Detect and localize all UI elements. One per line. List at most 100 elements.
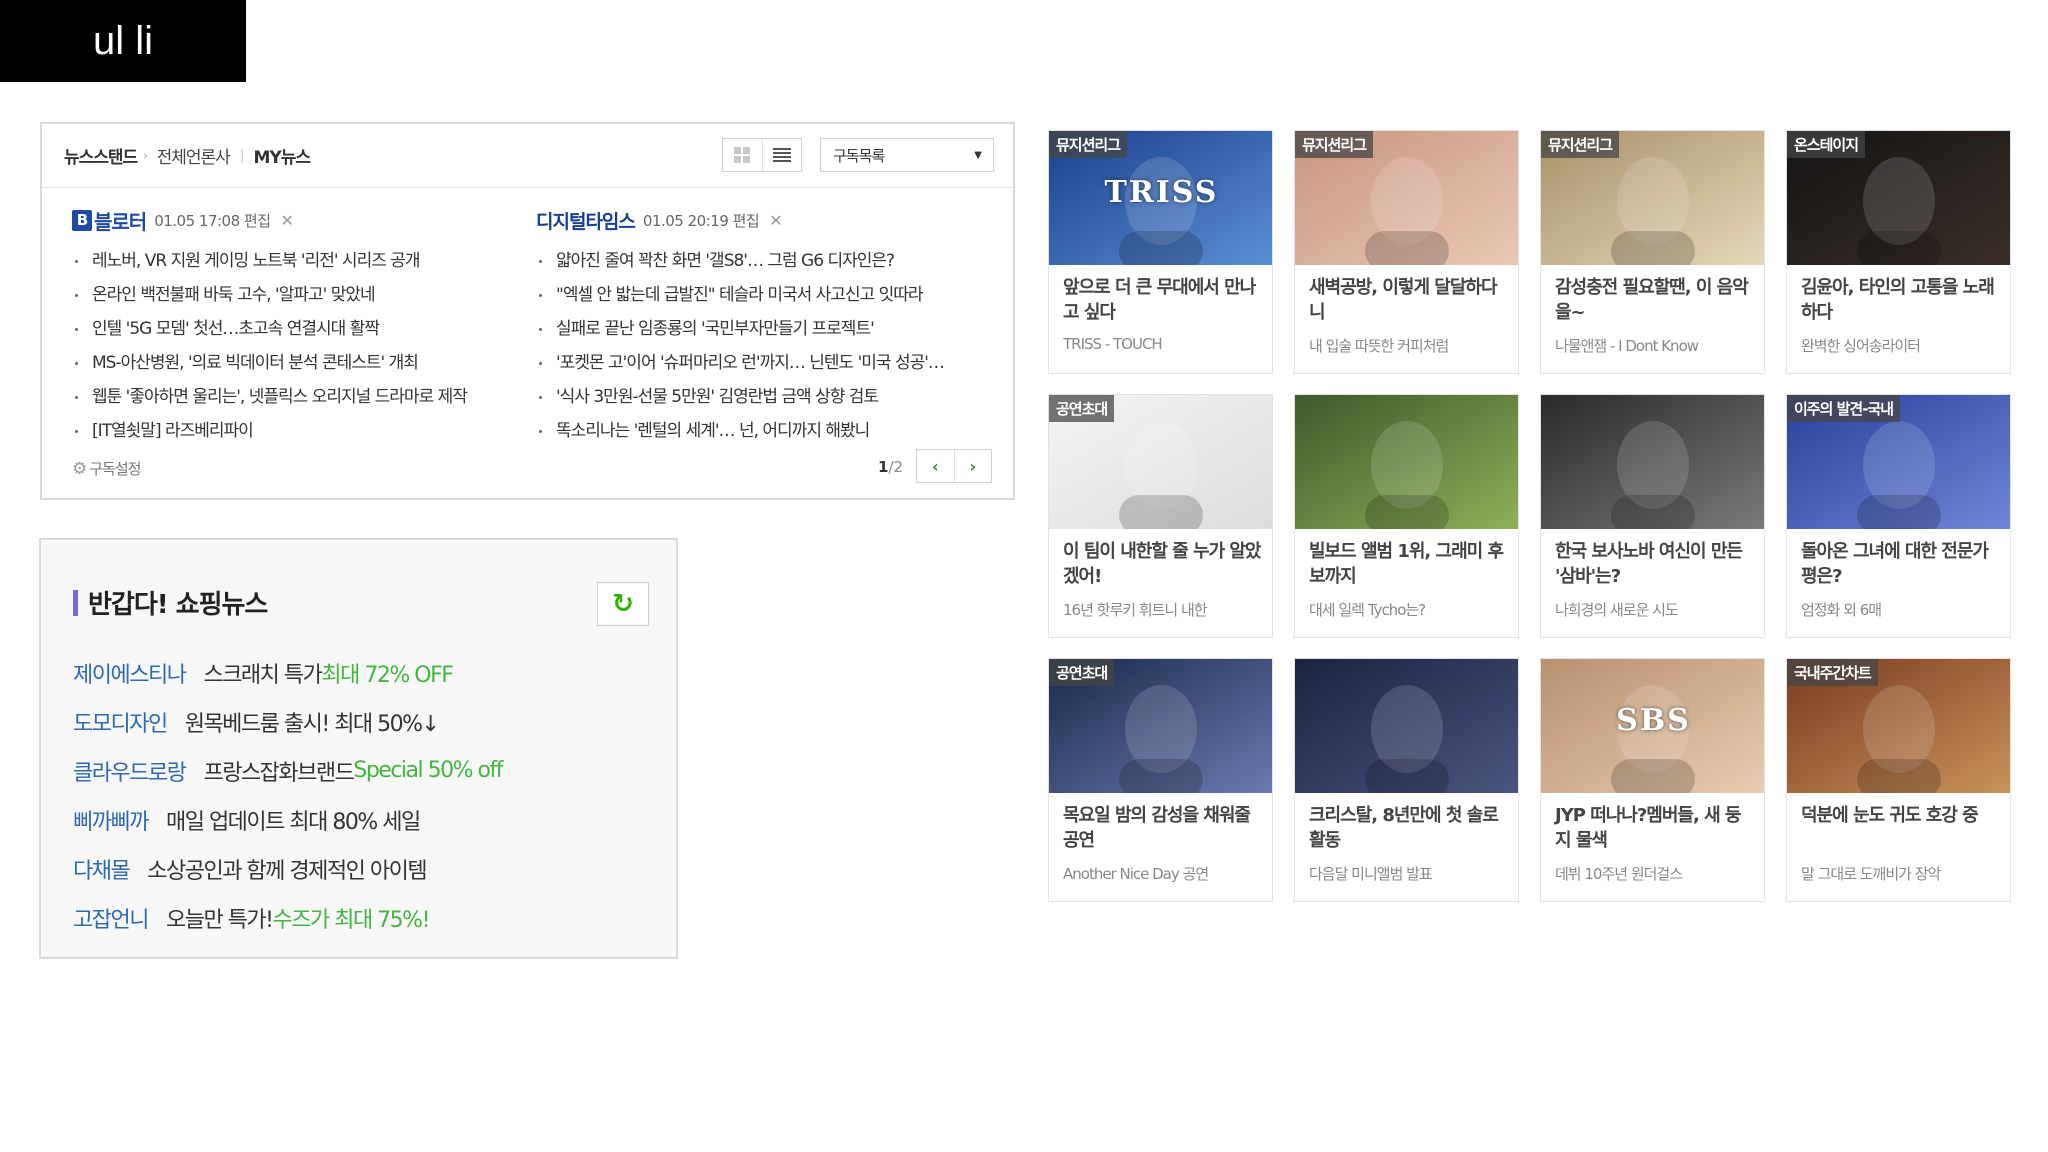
chevron-right-icon: › — [143, 149, 148, 162]
card-title[interactable]: 감성충전 필요할땐, 이 음악을~ — [1555, 275, 1755, 325]
shopping-news-title: 반갑다! 쇼핑뉴스 — [73, 584, 268, 621]
promo-text: 매일 업데이트 최대 80% 세일 — [165, 809, 421, 835]
headline-list: 레노버, VR 지원 게이밍 노트북 '리전' 시리즈 공개 온라인 백전불패 … — [72, 244, 522, 448]
card-thumbnail[interactable]: 뮤지션리그 — [1295, 131, 1518, 265]
card-subtitle: TRISS - TOUCH — [1063, 335, 1163, 353]
card-title[interactable]: 빌보드 앨범 1위, 그래미 후보까지 — [1309, 539, 1509, 589]
store-name[interactable]: 고잡언니 — [73, 902, 149, 934]
store-name[interactable]: 클라우드로랑 — [73, 755, 187, 787]
card-title[interactable]: 새벽공방, 이렇게 달달하다니 — [1309, 275, 1509, 325]
headline-item[interactable]: 인텔 '5G 모뎀' 첫선…초고속 연결시대 활짝 — [72, 312, 522, 346]
promo-text: 오늘만 특가! — [165, 907, 274, 933]
pager: ‹ › — [916, 449, 992, 483]
subscription-select[interactable]: 구독목록 ▼ — [820, 138, 994, 172]
grid-view-button[interactable] — [723, 139, 762, 171]
headline-item[interactable]: "엑셀 안 밟는데 급발진" 테슬라 미국서 사고신고 잇따라 — [536, 278, 986, 312]
headline-item[interactable]: 실패로 끝난 임종룡의 '국민부자만들기 프로젝트' — [536, 312, 986, 346]
card-thumbnail[interactable] — [1541, 395, 1764, 529]
headline-item[interactable]: 레노버, VR 지원 게이밍 노트북 '리전' 시리즈 공개 — [72, 244, 522, 278]
refresh-button[interactable]: ↻ — [597, 582, 649, 626]
tab-newsstand[interactable]: 뉴스스탠드 — [64, 143, 138, 168]
store-name[interactable]: 삐까삐까 — [73, 804, 149, 836]
thumbnail-image — [1541, 395, 1764, 529]
shopping-item[interactable]: 고잡언니 오늘만 특가! 수즈가 최대 75%! — [73, 893, 502, 942]
card-title[interactable]: 크리스탈, 8년만에 첫 솔로활동 — [1309, 803, 1509, 853]
page-current: 1 — [878, 458, 889, 476]
card-title[interactable]: 김윤아, 타인의 고통을 노래하다 — [1801, 275, 2001, 325]
shopping-item[interactable]: 도모디자인 원목베드룸 출시! 최대 50%↓ — [73, 697, 502, 746]
subscription-settings-link[interactable]: ⚙ 구독설정 — [72, 458, 141, 479]
music-card[interactable]: 온스테이지 김윤아, 타인의 고통을 노래하다 완벽한 싱어송라이터 — [1786, 130, 2011, 374]
card-subtitle: 대세 일렉 Tycho는? — [1309, 601, 1426, 619]
card-category-tag: 뮤지션리그 — [1541, 131, 1620, 158]
promo-highlight: Special 50% off — [353, 758, 503, 783]
card-thumbnail[interactable]: 국내주간차트 — [1787, 659, 2010, 793]
headline-item[interactable]: 얇아진 줄여 꽉찬 화면 '갤S8'… 그럼 G6 디자인은? — [536, 244, 986, 278]
card-title[interactable]: 이 팀이 내한할 줄 누가 알았겠어! — [1063, 539, 1263, 589]
press-header: B 블로터 01.05 17:08 편집 ✕ — [72, 204, 522, 236]
close-icon[interactable]: ✕ — [281, 211, 294, 230]
card-thumbnail[interactable]: 뮤지션리그 — [1541, 131, 1764, 265]
store-name[interactable]: 도모디자인 — [73, 706, 168, 738]
shopping-item[interactable]: 클라우드로랑 프랑스잡화브랜드 Special 50% off — [73, 746, 503, 795]
card-category-tag: 국내주간차트 — [1787, 659, 1878, 686]
music-card[interactable]: TRISS 뮤지션리그앞으로 더 큰 무대에서 만나고 싶다 TRISS - TOU… — [1048, 130, 1273, 374]
music-card[interactable]: 뮤지션리그 새벽공방, 이렇게 달달하다니 내 입술 따뜻한 커피처럼 — [1294, 130, 1519, 374]
headline-item[interactable]: 똑소리나는 '렌털의 세계'… 넌, 어디까지 해봤니 — [536, 414, 986, 448]
subscription-select-value: 구독목록 — [833, 146, 885, 165]
headline-item[interactable]: MS-아산병원, '의료 빅데이터 분석 콘테스트' 개최 — [72, 346, 522, 380]
card-thumbnail[interactable]: 공연초대 — [1049, 659, 1272, 793]
chevron-left-icon[interactable]: ‹ — [917, 450, 954, 482]
close-icon[interactable]: ✕ — [769, 211, 782, 230]
tab-divider: | — [239, 147, 245, 164]
chevron-right-icon[interactable]: › — [953, 450, 992, 482]
headline-item[interactable]: '식사 3만원-선물 5만원' 김영란법 금액 상향 검토 — [536, 380, 986, 414]
headline-item[interactable]: '포켓몬 고'이어 '슈퍼마리오 런'까지… 닌텐도 '미국 성공'… — [536, 346, 986, 380]
card-subtitle: 나물앤잼 - I Dont Know — [1555, 337, 1699, 355]
card-title[interactable]: 앞으로 더 큰 무대에서 만나고 싶다 — [1063, 275, 1263, 325]
card-thumbnail[interactable] — [1295, 395, 1518, 529]
headline-item[interactable]: [IT열쇳말] 라즈베리파이 — [72, 414, 522, 448]
card-title[interactable]: 한국 보사노바 여신이 만든 '삼바'는? — [1555, 539, 1755, 589]
store-name[interactable]: 제이에스티나 — [73, 657, 187, 689]
card-subtitle: Another Nice Day 공연 — [1063, 865, 1209, 883]
shopping-item[interactable]: 다채몰 소상공인과 함께 경제적인 아이템 — [73, 844, 502, 893]
music-card[interactable]: 뮤지션리그감성충전 필요할땐, 이 음악을~ 나물앤잼 - I Dont Know — [1540, 130, 1765, 374]
shopping-news-panel: 반갑다! 쇼핑뉴스 ↻ 제이에스티나 스크래치 특가 최대 72% OFF 도모디… — [39, 538, 678, 959]
shopping-title-text: 반갑다! 쇼핑뉴스 — [88, 590, 268, 620]
shopping-item[interactable]: 삐까삐까 매일 업데이트 최대 80% 세일 — [73, 795, 502, 844]
music-card[interactable]: 공연초대 이 팀이 내한할 줄 누가 알았겠어! 16년 핫루키 휘트니 내한 — [1048, 394, 1273, 638]
music-card[interactable]: 빌보드 앨범 1위, 그래미 후보까지대세 일렉 Tycho는? — [1294, 394, 1519, 638]
press-logo[interactable]: B 블로터 — [72, 206, 147, 235]
music-card[interactable]: SBS JYP 떠나나?멤버들, 새 둥지 물색 데뷔 10주년 원더걸스 — [1540, 658, 1765, 902]
headline-item[interactable]: 온라인 백전불패 바둑 고수, '알파고' 맞았네 — [72, 278, 522, 312]
store-name[interactable]: 다채몰 — [73, 853, 131, 885]
card-thumbnail[interactable]: 이주의 발견-국내 — [1787, 395, 2010, 529]
shopping-list: 제이에스티나 스크래치 특가 최대 72% OFF 도모디자인 원목베드룸 출시! … — [73, 648, 503, 942]
card-title[interactable]: 덕분에 눈도 귀도 호강 중 — [1801, 803, 2001, 828]
card-category-tag: 뮤지션리그 — [1049, 131, 1128, 158]
card-title[interactable]: 목요일 밤의 감성을 채워줄 공연 — [1063, 803, 1263, 853]
settings-label: 구독설정 — [89, 460, 141, 478]
card-thumbnail[interactable]: 공연초대 — [1049, 395, 1272, 529]
tab-my-news[interactable]: MY뉴스 — [254, 143, 312, 168]
shopping-item[interactable]: 제이에스티나 스크래치 특가 최대 72% OFF — [73, 648, 502, 697]
press-edited-time: 01.05 17:08 편집 — [154, 211, 271, 230]
card-title[interactable]: 돌아온 그녀에 대한 전문가 평은? — [1801, 539, 2001, 589]
thumbnail-image — [1295, 395, 1518, 529]
card-thumbnail[interactable]: 온스테이지 — [1787, 131, 2010, 265]
card-thumbnail[interactable]: TRISS 뮤지션리그 — [1049, 131, 1272, 265]
card-thumbnail[interactable] — [1295, 659, 1518, 793]
music-card[interactable]: 한국 보사노바 여신이 만든 '삼바'는? 나희경의 새로운 시도 — [1540, 394, 1765, 638]
music-card[interactable]: 크리스탈, 8년만에 첫 솔로활동 다음달 미니앨범 발표 — [1294, 658, 1519, 902]
press-logo[interactable]: 디지털타임스 — [536, 207, 636, 234]
headline-item[interactable]: 웹툰 '좋아하면 울리는', 넷플릭스 오리지널 드라마로 제작 — [72, 380, 522, 414]
card-thumbnail[interactable]: SBS — [1541, 659, 1764, 793]
music-card[interactable]: 공연초대목요일 밤의 감성을 채워줄 공연 Another Nice Day 공연 — [1048, 658, 1273, 902]
tab-all-press[interactable]: 전체언론사 — [157, 143, 231, 168]
music-card[interactable]: 이주의 발견-국내 돌아온 그녀에 대한 전문가 평은? 엄정화 외 6매 — [1786, 394, 2011, 638]
grid-icon — [734, 147, 751, 163]
music-card[interactable]: 국내주간차트 덕분에 눈도 귀도 호강 중말 그대로 도깨비가 장악 — [1786, 658, 2011, 902]
card-title[interactable]: JYP 떠나나?멤버들, 새 둥지 물색 — [1555, 803, 1755, 853]
list-view-button[interactable] — [761, 139, 802, 171]
